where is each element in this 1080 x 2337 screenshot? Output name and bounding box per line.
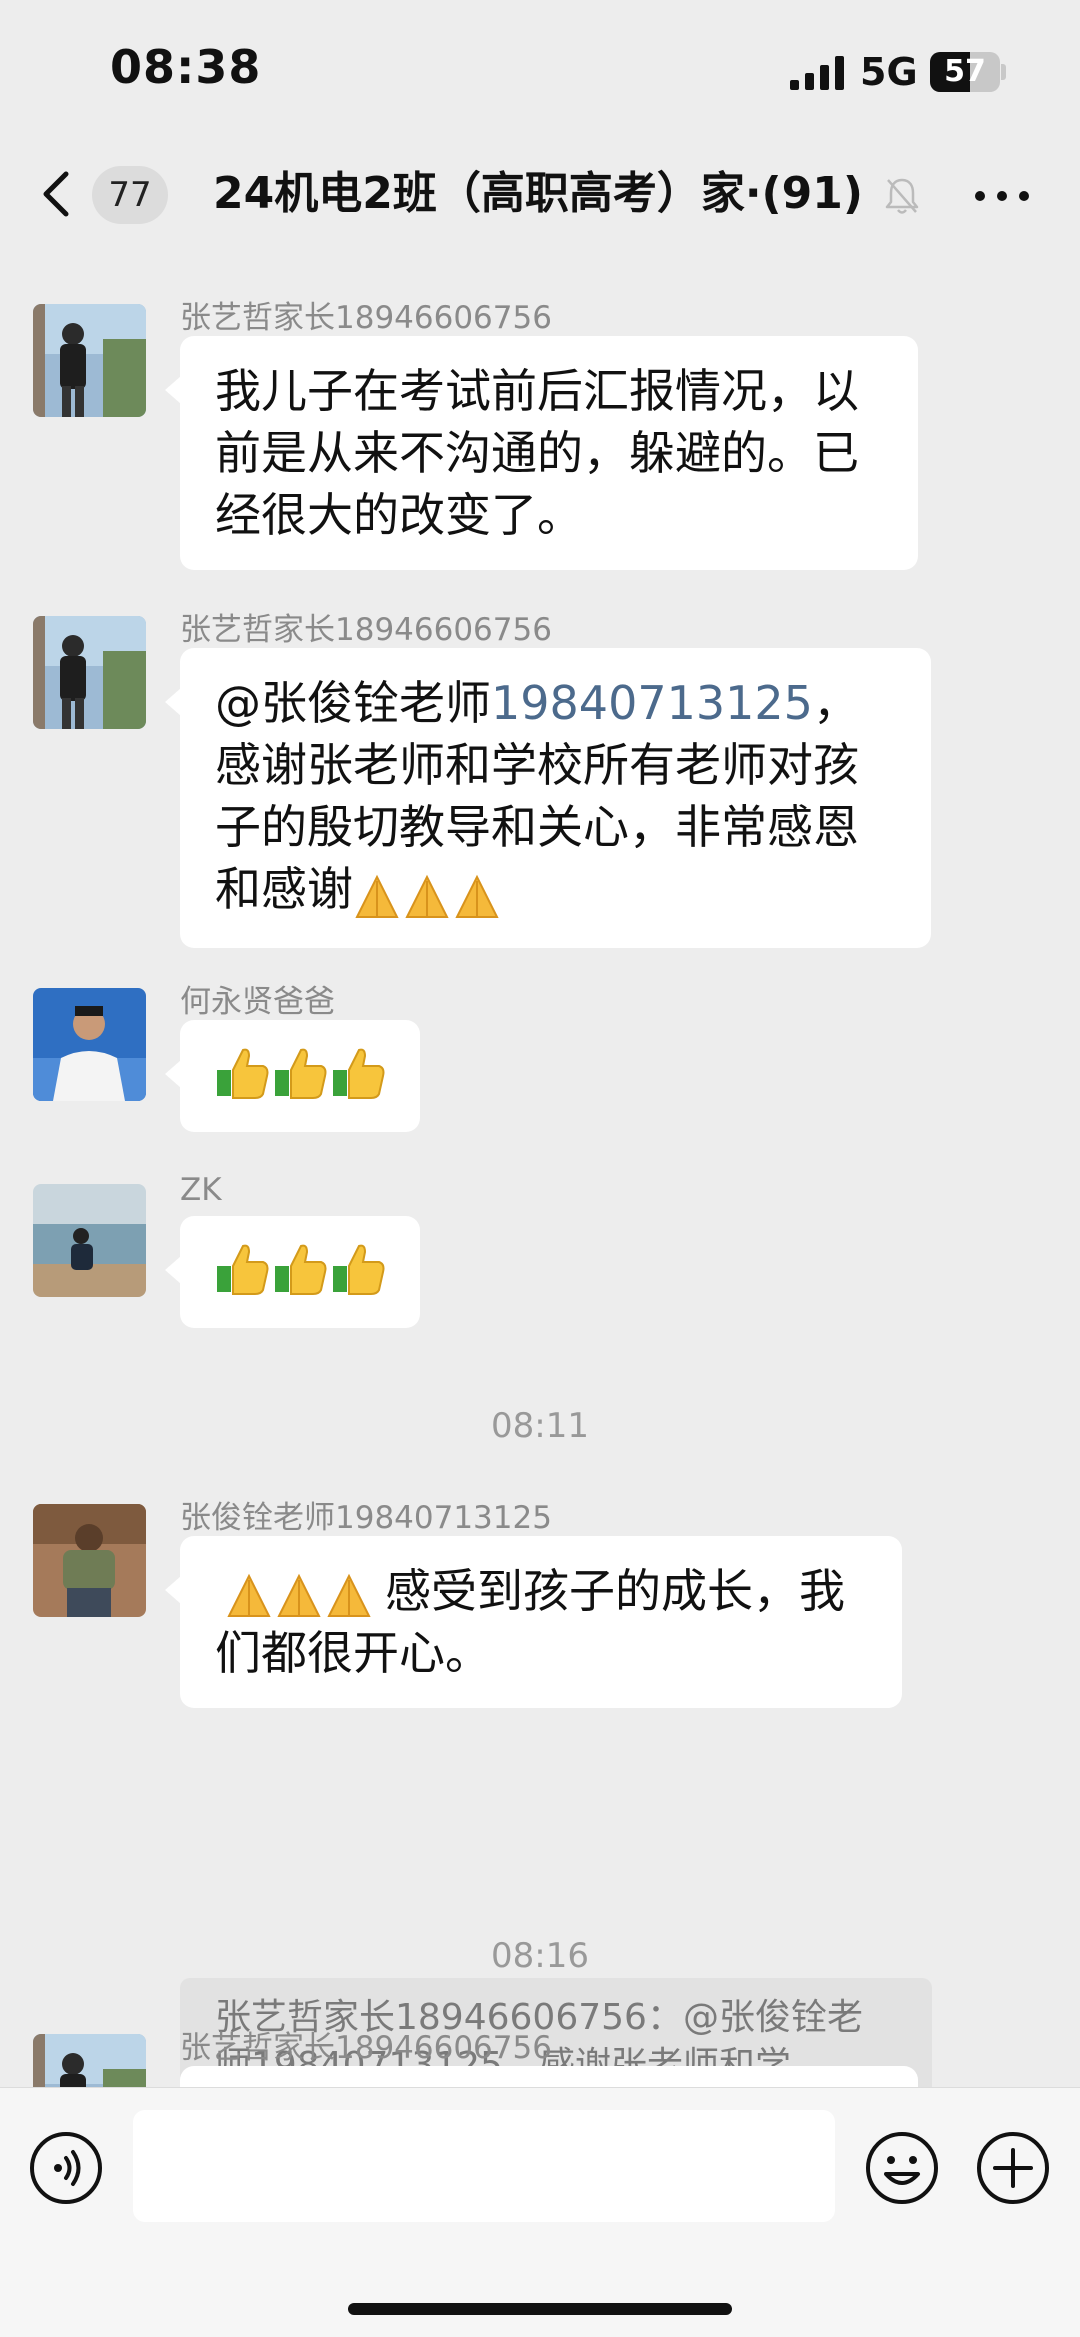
chat-title: 24机电2班（高职高考）家⋅(91) (213, 168, 864, 219)
battery-level: 57 (944, 54, 986, 89)
signal-icon (790, 56, 844, 90)
avatar[interactable] (33, 304, 146, 417)
timestamp: 08:11 (491, 1406, 589, 1446)
timestamp: 08:16 (491, 1936, 589, 1976)
sender-name: 张艺哲家长18946606756 (180, 300, 552, 336)
thumbs-up-emoji-group (217, 1244, 385, 1295)
thumbs-up-icon (275, 1244, 327, 1295)
message-bubble[interactable]: 👍👍👍 (165, 1216, 420, 1328)
chat-header: 77 24机电2班（高职高考）家⋅(91) (0, 140, 1080, 252)
avatar[interactable] (33, 1504, 146, 1617)
message-input[interactable] (133, 2110, 835, 2222)
avatar[interactable] (33, 616, 146, 729)
message-list[interactable]: 张艺哲家长18946606756 我儿子在考试前后汇报情况，以前是从来不沟通的，… (0, 252, 1080, 2087)
pray-icon (355, 874, 399, 918)
sender-name: 张艺哲家长18946606756 (180, 2030, 552, 2066)
message-bubble[interactable]: 🙏🙏🙏 感受到孩子的成长，我们都很开心。 (165, 1536, 902, 1708)
thumbs-up-icon (217, 1048, 269, 1099)
sender-name: 张俊铨老师19840713125 (180, 1500, 552, 1536)
status-bar: 08:38 5G 57 (0, 0, 1080, 150)
message-bubble[interactable] (180, 2066, 918, 2087)
network-label: 5G (860, 50, 918, 94)
back-button[interactable]: 77 (36, 158, 172, 230)
avatar[interactable] (33, 988, 146, 1101)
message-bubble[interactable]: 我儿子在考试前后汇报情况，以前是从来不沟通的，躲避的。已经很大的改变了。 (165, 336, 918, 570)
smiley-icon[interactable] (864, 2130, 940, 2206)
message-text: 我儿子在考试前后汇报情况，以前是从来不沟通的，躲避的。已经很大的改变了。 (215, 364, 859, 542)
voice-icon[interactable] (28, 2130, 104, 2206)
bell-off-icon (885, 178, 919, 214)
home-indicator (348, 2303, 732, 2315)
input-bar (0, 2087, 1080, 2337)
thumbs-up-icon (333, 1244, 385, 1295)
chevron-left-icon (43, 171, 69, 217)
thumbs-up-icon (275, 1048, 327, 1099)
pray-emoji-group (227, 1573, 371, 1617)
pray-emoji-group: 🙏🙏🙏 (353, 862, 503, 924)
mention[interactable]: @张俊铨老师 (215, 676, 491, 730)
sender-name: ZK (180, 1172, 222, 1208)
pray-icon (455, 874, 499, 918)
plus-circle-icon[interactable] (975, 2130, 1051, 2206)
battery-icon: 57 (930, 52, 1006, 92)
pray-icon (227, 1573, 271, 1617)
thumbs-up-icon (217, 1244, 269, 1295)
avatar[interactable] (33, 2034, 146, 2087)
thumbs-up-icon (333, 1048, 385, 1099)
avatar[interactable] (33, 1184, 146, 1297)
pray-icon (327, 1573, 371, 1617)
pray-icon (277, 1573, 321, 1617)
status-time: 08:38 (110, 40, 262, 94)
more-options-button[interactable] (966, 170, 1038, 222)
pray-icon (405, 874, 449, 918)
mention-phone-link[interactable]: 19840713125 (491, 676, 813, 730)
unread-count-badge: 77 (92, 166, 168, 224)
message-bubble[interactable]: @张俊铨老师19840713125，感谢张老师和学校所有老师对孩子的殷切教导和关… (165, 648, 931, 948)
sender-name: 何永贤爸爸 (180, 984, 335, 1020)
message-bubble[interactable]: 👍👍👍 (165, 1020, 420, 1132)
thumbs-up-emoji-group (217, 1048, 385, 1099)
sender-name: 张艺哲家长18946606756 (180, 612, 552, 648)
